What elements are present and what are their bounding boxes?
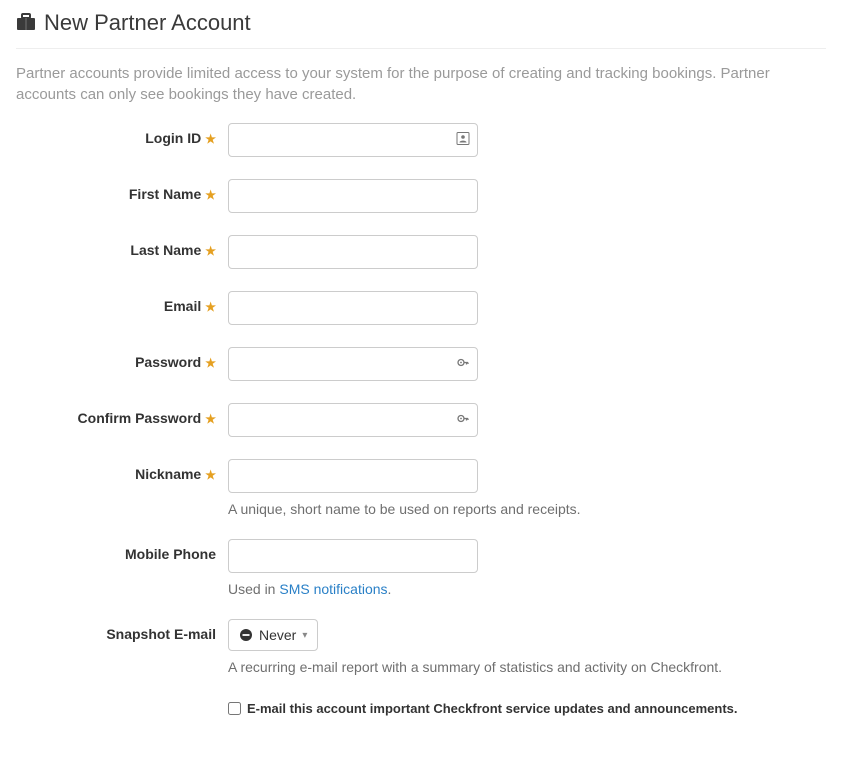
row-updates-optin: E-mail this account important Checkfront… — [16, 697, 826, 716]
nickname-input[interactable] — [228, 459, 478, 493]
required-star-icon: ★ — [205, 244, 216, 258]
row-email: Email★ — [16, 291, 826, 325]
row-first-name: First Name★ — [16, 179, 826, 213]
nickname-help: A unique, short name to be used on repor… — [228, 501, 826, 517]
row-password: Password★ — [16, 347, 826, 381]
confirm-password-input[interactable] — [228, 403, 478, 437]
label-snapshot-email: Snapshot E-mail — [16, 619, 228, 642]
label-nickname: Nickname★ — [16, 459, 228, 482]
minus-circle-icon — [239, 628, 253, 642]
mobile-phone-input[interactable] — [228, 539, 478, 573]
email-input[interactable] — [228, 291, 478, 325]
label-first-name: First Name★ — [16, 179, 228, 202]
last-name-input[interactable] — [228, 235, 478, 269]
sms-notifications-link[interactable]: SMS notifications — [279, 581, 387, 597]
login-id-input[interactable] — [228, 123, 478, 157]
label-password: Password★ — [16, 347, 228, 370]
row-snapshot-email: Snapshot E-mail Never ▾ A recurring e-ma… — [16, 619, 826, 675]
row-login-id: Login ID★ — [16, 123, 826, 157]
first-name-input[interactable] — [228, 179, 478, 213]
row-confirm-password: Confirm Password★ — [16, 403, 826, 437]
required-star-icon: ★ — [205, 412, 216, 426]
row-last-name: Last Name★ — [16, 235, 826, 269]
briefcase-icon — [16, 13, 44, 34]
mobile-phone-help: Used in SMS notifications. — [228, 581, 826, 597]
row-mobile-phone: Mobile Phone Used in SMS notifications. — [16, 539, 826, 597]
label-confirm-password: Confirm Password★ — [16, 403, 228, 426]
snapshot-email-selected: Never — [259, 627, 296, 643]
label-last-name: Last Name★ — [16, 235, 228, 258]
page-description: Partner accounts provide limited access … — [16, 49, 826, 123]
snapshot-email-dropdown[interactable]: Never ▾ — [228, 619, 318, 651]
required-star-icon: ★ — [205, 300, 216, 314]
row-nickname: Nickname★ A unique, short name to be use… — [16, 459, 826, 517]
required-star-icon: ★ — [205, 356, 216, 370]
required-star-icon: ★ — [205, 132, 216, 146]
page-title: New Partner Account — [44, 10, 251, 36]
label-mobile-phone: Mobile Phone — [16, 539, 228, 562]
chevron-down-icon: ▾ — [302, 630, 307, 641]
password-input[interactable] — [228, 347, 478, 381]
label-email: Email★ — [16, 291, 228, 314]
snapshot-email-help: A recurring e-mail report with a summary… — [228, 659, 826, 675]
required-star-icon: ★ — [205, 468, 216, 482]
page-header: New Partner Account — [16, 0, 826, 49]
required-star-icon: ★ — [205, 188, 216, 202]
label-login-id: Login ID★ — [16, 123, 228, 146]
updates-optin-label[interactable]: E-mail this account important Checkfront… — [247, 701, 738, 716]
updates-optin-checkbox[interactable] — [228, 702, 241, 715]
